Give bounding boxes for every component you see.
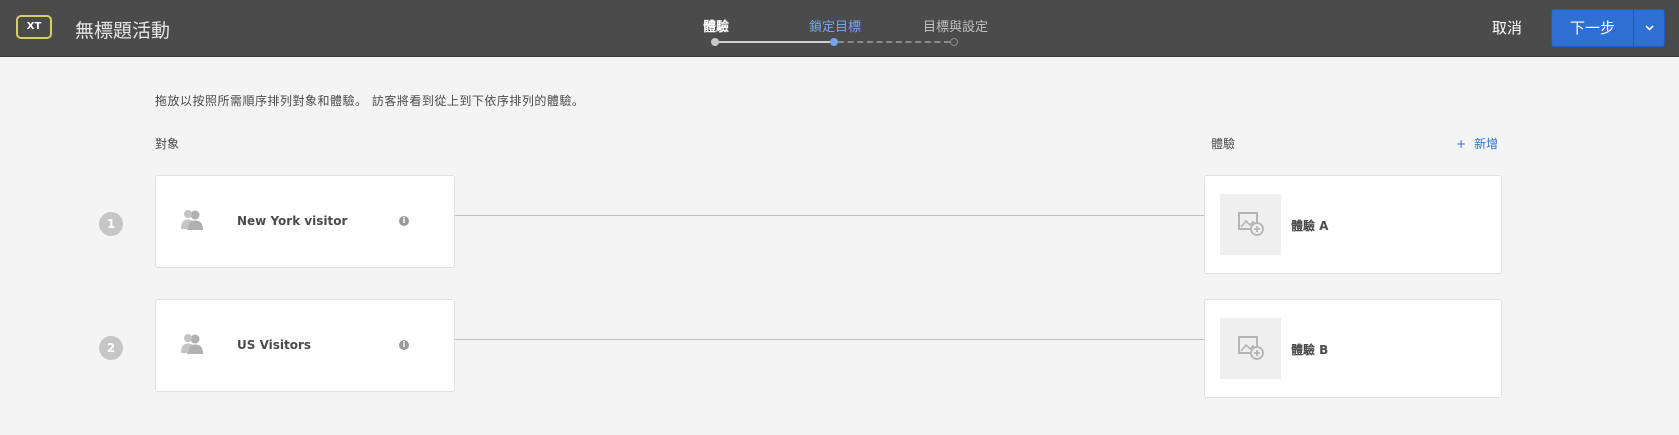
step-progress: 體驗 鎖定目標 目標與設定	[700, 12, 1000, 48]
experience-thumbnail	[1220, 194, 1281, 255]
row-number-badge: 1	[99, 212, 123, 236]
audience-icon	[181, 334, 203, 354]
info-icon[interactable]: i	[399, 340, 409, 350]
step-dot-current	[830, 38, 838, 46]
experience-thumbnail	[1220, 318, 1281, 379]
plus-icon: +	[1456, 137, 1467, 151]
add-experience-button[interactable]: + 新增	[1456, 135, 1498, 152]
next-dropdown-button[interactable]	[1634, 10, 1665, 46]
audience-icon	[181, 210, 203, 230]
chevron-down-icon	[1645, 25, 1654, 31]
activity-title[interactable]: 無標題活動	[75, 16, 170, 43]
experience-card[interactable]: 體驗 A	[1204, 175, 1502, 274]
top-bar: XT 無標題活動 體驗 鎖定目標 目標與設定 取消 下一步	[0, 0, 1679, 57]
next-button[interactable]: 下一步	[1552, 10, 1633, 46]
experience-column-header: 體驗	[1211, 137, 1236, 151]
info-icon[interactable]: i	[399, 216, 409, 226]
audience-name: New York visitor	[237, 214, 348, 228]
experience-name: 體驗 A	[1291, 219, 1329, 233]
row-connector-line	[455, 339, 1204, 340]
step-dot-completed	[711, 38, 719, 46]
row-connector-line	[455, 215, 1204, 216]
next-button-group: 下一步	[1551, 9, 1665, 47]
step-targeting[interactable]: 鎖定目標	[809, 16, 861, 35]
add-experience-label: 新增	[1474, 137, 1499, 151]
instructions-text: 拖放以按照所需順序排列對象和體驗。 訪客將看到從上到下依序排列的體驗。	[155, 94, 585, 108]
step-goals-settings[interactable]: 目標與設定	[923, 16, 988, 35]
experience-card[interactable]: 體驗 B	[1204, 299, 1502, 398]
step-experiences[interactable]: 體驗	[703, 16, 729, 35]
step-dot-upcoming	[950, 38, 958, 46]
progress-line-completed	[719, 41, 830, 43]
experience-name: 體驗 B	[1291, 343, 1329, 357]
progress-line-pending	[838, 41, 950, 43]
activity-type-badge: XT	[16, 15, 52, 39]
image-add-icon	[1238, 212, 1264, 236]
image-add-icon	[1238, 336, 1264, 360]
audience-card[interactable]: New York visitor i	[155, 175, 455, 268]
audience-name: US Visitors	[237, 338, 312, 352]
audience-card[interactable]: US Visitors i	[155, 299, 455, 392]
row-number-badge: 2	[99, 336, 123, 360]
cancel-button[interactable]: 取消	[1492, 17, 1522, 38]
audience-column-header: 對象	[155, 137, 180, 151]
